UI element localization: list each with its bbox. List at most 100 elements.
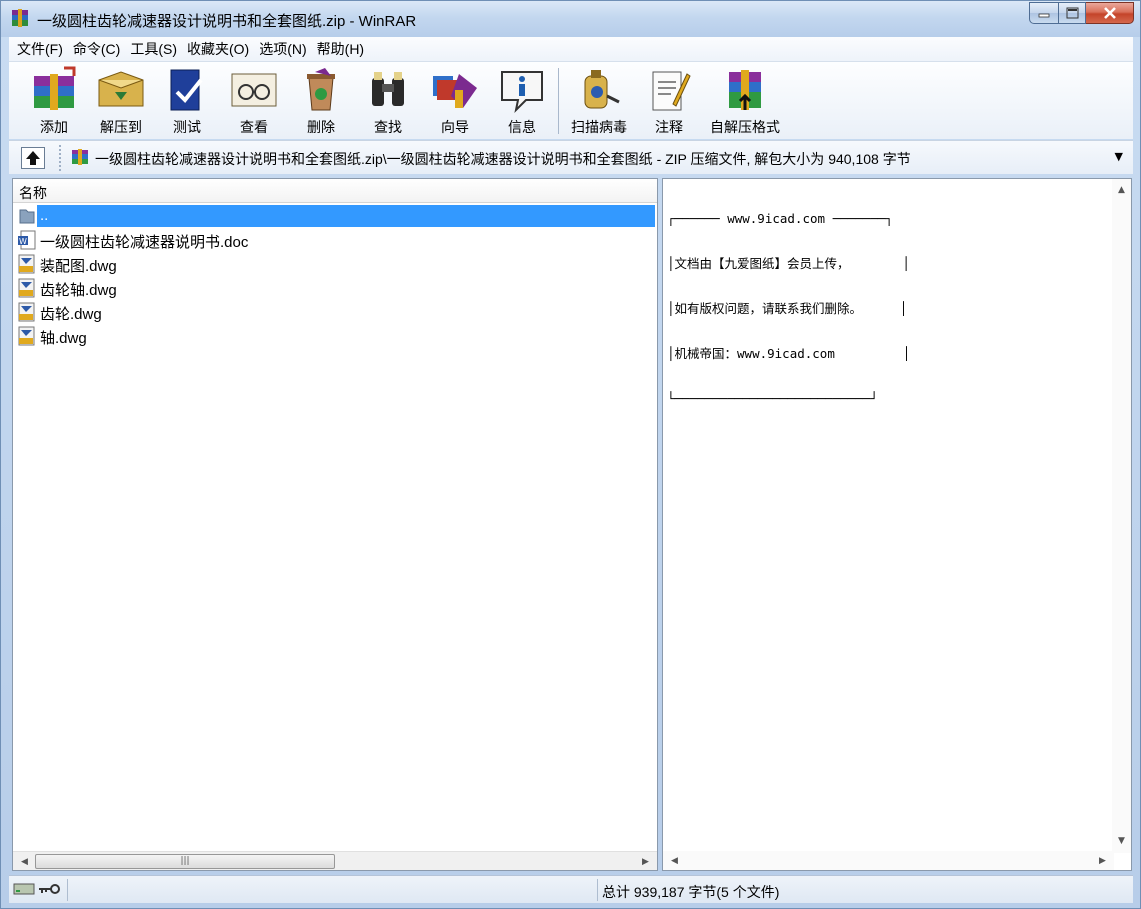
maximize-button[interactable] [1059, 2, 1086, 24]
minimize-button[interactable] [1029, 2, 1059, 24]
find-label: 查找 [374, 119, 402, 135]
list-item[interactable]: 装配图.dwg [13, 252, 657, 276]
close-icon [1103, 7, 1116, 19]
up-folder-button[interactable] [21, 147, 45, 169]
comment-label: 注释 [655, 119, 683, 135]
toolbar: 添加 解压到 测试 查看 删除 查找 向导 信息 扫描病毒 注释 自解压格式 [9, 61, 1133, 139]
comment-button[interactable]: 注释 [639, 66, 699, 138]
scroll-thumb[interactable]: ||| [35, 854, 335, 869]
wizard-icon [433, 74, 477, 108]
status-summary: 总计 939,187 字节(5 个文件) [602, 884, 780, 900]
info-button[interactable]: 信息 [492, 66, 552, 138]
address-dropdown-icon[interactable]: ▼ [1115, 150, 1123, 163]
find-icon [372, 72, 404, 106]
list-item[interactable]: 轴.dwg [13, 324, 657, 348]
selection-highlight [37, 205, 655, 227]
comment-horizontal-scrollbar[interactable]: ◀ ▶ [663, 851, 1114, 870]
vertical-scrollbar[interactable]: ▲ ▼ [1112, 179, 1131, 853]
status-icons [13, 882, 61, 896]
menu-file[interactable]: 文件(F) [13, 39, 67, 59]
list-item[interactable]: 齿轮轴.dwg [13, 276, 657, 300]
dwg-file-icon [18, 302, 35, 322]
virus-scan-button[interactable]: 扫描病毒 [564, 66, 634, 138]
extract-to-button[interactable]: 解压到 [91, 66, 151, 138]
minimize-icon [1038, 13, 1050, 18]
test-button[interactable]: 测试 [157, 66, 217, 138]
menu-commands[interactable]: 命令(C) [69, 39, 124, 59]
dwg-file-icon [18, 254, 35, 274]
winrar-window: 一级圆柱齿轮减速器设计说明书和全套图纸.zip - WinRAR 文件(F) 命… [0, 0, 1141, 909]
wizard-label: 向导 [441, 119, 469, 135]
extract-to-label: 解压到 [100, 119, 142, 135]
comment-line: │机械帝国：www.9icad.com │ [667, 346, 911, 361]
close-button[interactable] [1086, 2, 1134, 24]
sfx-label: 自解压格式 [710, 119, 780, 135]
maximize-icon [1066, 7, 1078, 19]
menu-options[interactable]: 选项(N) [255, 39, 310, 59]
add-archive-icon [34, 66, 76, 110]
view-button[interactable]: 查看 [224, 66, 284, 138]
comment-line: │如有版权问题，请联系我们删除。 │ [667, 301, 908, 316]
arrow-up-icon [26, 151, 40, 165]
address-path-field[interactable]: 一级圆柱齿轮减速器设计说明书和全套图纸.zip\一级圆柱齿轮减速器设计说明书和全… [59, 145, 1127, 171]
menu-help[interactable]: 帮助(H) [313, 39, 368, 59]
delete-icon [307, 68, 335, 111]
dwg-file-icon [18, 278, 35, 298]
test-icon [170, 69, 203, 111]
address-bar: 一级圆柱齿轮减速器设计说明书和全套图纸.zip\一级圆柱齿轮减速器设计说明书和全… [9, 140, 1133, 174]
scroll-left-icon[interactable]: ◀ [665, 851, 684, 870]
winrar-app-icon [12, 9, 28, 27]
virus-scan-icon [584, 70, 620, 109]
column-header-name[interactable]: 名称 [13, 179, 657, 203]
svg-text:W: W [19, 237, 27, 246]
title-bar[interactable]: 一级圆柱齿轮减速器设计说明书和全套图纸.zip - WinRAR [1, 1, 1140, 37]
column-header-label: 名称 [19, 185, 47, 201]
comment-icon [652, 71, 691, 111]
list-item-name: 轴.dwg [40, 330, 87, 347]
scroll-right-icon[interactable]: ▶ [636, 852, 655, 871]
toolbar-separator [558, 68, 559, 134]
scroll-up-icon[interactable]: ▲ [1112, 180, 1131, 199]
add-button[interactable]: 添加 [24, 66, 84, 138]
dwg-file-icon [18, 326, 35, 346]
scroll-right-icon[interactable]: ▶ [1093, 851, 1112, 870]
file-list-pane: 名称 .. W 一级圆柱齿轮减速器说明书.doc 装配图.dwg 齿轮轴.dwg… [12, 178, 658, 871]
sfx-button[interactable]: 自解压格式 [705, 66, 785, 138]
scroll-down-icon[interactable]: ▼ [1112, 831, 1131, 850]
view-label: 查看 [240, 119, 268, 135]
list-item[interactable]: W 一级圆柱齿轮减速器说明书.doc [13, 228, 657, 252]
list-item-name: 齿轮轴.dwg [40, 282, 117, 299]
menu-bar: 文件(F) 命令(C) 工具(S) 收藏夹(O) 选项(N) 帮助(H) [9, 37, 1133, 61]
info-icon [501, 71, 543, 114]
drive-icon[interactable] [13, 882, 35, 896]
key-icon[interactable] [37, 882, 61, 896]
scroll-left-icon[interactable]: ◀ [15, 852, 34, 871]
word-doc-icon: W [18, 230, 36, 250]
comment-pane[interactable]: ┌────── www.9icad.com ───────┐ │文档由【九爱图纸… [662, 178, 1132, 871]
delete-button[interactable]: 删除 [291, 66, 351, 138]
window-controls [1029, 2, 1134, 24]
horizontal-scrollbar[interactable]: ◀ ||| ▶ [13, 851, 657, 870]
window-title: 一级圆柱齿轮减速器设计说明书和全套图纸.zip - WinRAR [37, 13, 417, 30]
menu-favorites[interactable]: 收藏夹(O) [183, 39, 253, 59]
sfx-icon [729, 70, 761, 110]
list-item-name: 齿轮.dwg [40, 306, 102, 323]
extract-to-icon [98, 71, 144, 107]
comment-line: ┌────── www.9icad.com ───────┐ [667, 211, 893, 226]
comment-line: └──────────────────────────┘ [667, 391, 878, 406]
menu-tools[interactable]: 工具(S) [126, 39, 181, 59]
status-bar: 总计 939,187 字节(5 个文件) [9, 875, 1133, 903]
list-item-name: .. [40, 207, 49, 224]
list-item-name: 装配图.dwg [40, 258, 117, 275]
archive-comment: ┌────── www.9icad.com ───────┐ │文档由【九爱图纸… [667, 181, 910, 436]
list-item[interactable]: .. [13, 204, 657, 228]
view-icon [231, 73, 277, 107]
archive-icon [72, 149, 88, 165]
wizard-button[interactable]: 向导 [425, 66, 485, 138]
find-button[interactable]: 查找 [358, 66, 418, 138]
info-label: 信息 [508, 119, 536, 135]
virus-scan-label: 扫描病毒 [571, 119, 627, 135]
list-item-name: 一级圆柱齿轮减速器说明书.doc [40, 234, 249, 251]
list-item[interactable]: 齿轮.dwg [13, 300, 657, 324]
address-path-text: 一级圆柱齿轮减速器设计说明书和全套图纸.zip\一级圆柱齿轮减速器设计说明书和全… [95, 151, 911, 167]
